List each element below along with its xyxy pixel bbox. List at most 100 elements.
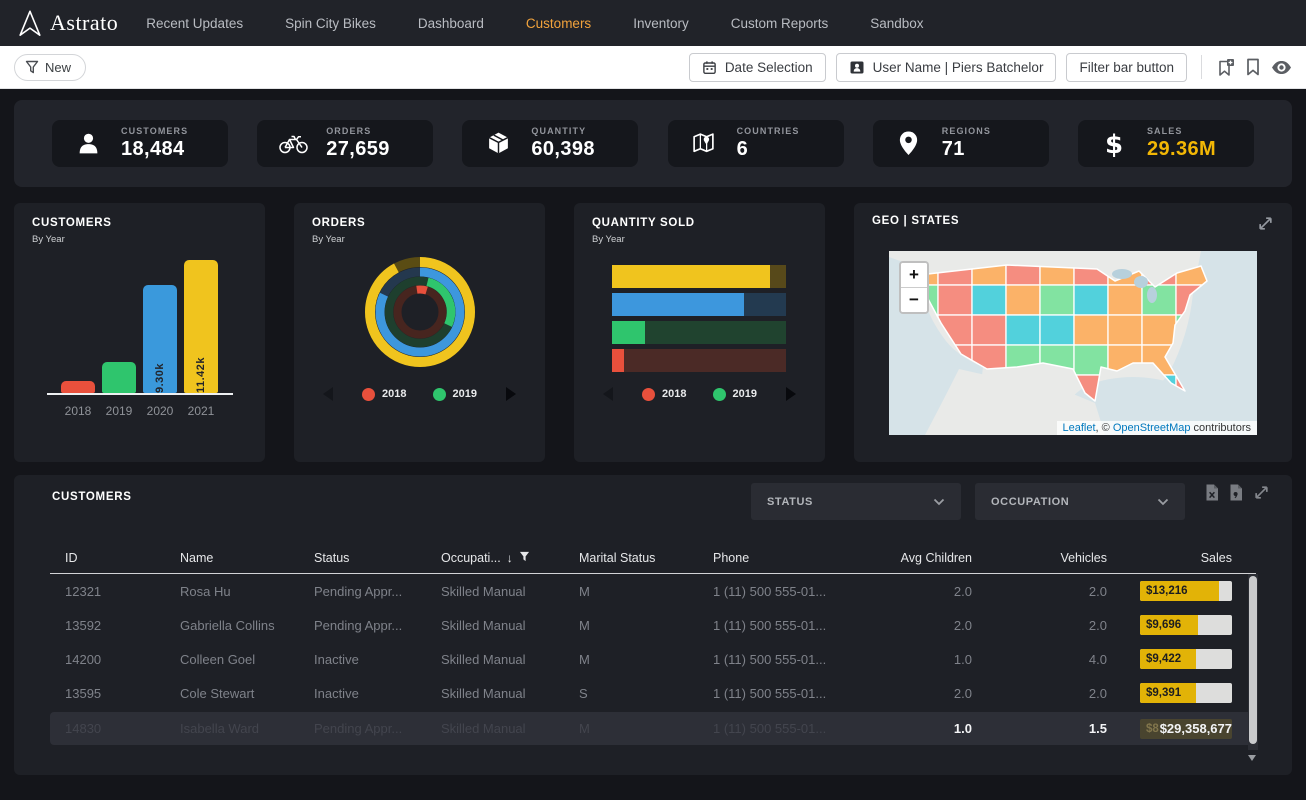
previous-year-button[interactable] bbox=[323, 387, 333, 401]
customers-chart-panel: CUSTOMERS By Year 9.30k11.42k 2018201920… bbox=[14, 203, 265, 462]
filter-bar-button[interactable]: Filter bar button bbox=[1066, 53, 1187, 82]
nav-item-inventory[interactable]: Inventory bbox=[633, 16, 689, 31]
table-row[interactable]: 14200Colleen GoelInactiveSkilled ManualM… bbox=[50, 642, 1256, 676]
nav-item-customers[interactable]: Customers bbox=[526, 16, 591, 31]
legend-item-2018[interactable]: 2018 bbox=[362, 388, 406, 401]
column-header-label: Occupati... bbox=[441, 551, 501, 565]
total-avg-children: 1.0 bbox=[873, 721, 972, 736]
kpi-card-countries: COUNTRIES6 bbox=[668, 120, 844, 167]
previous-year-button[interactable] bbox=[603, 387, 613, 401]
column-header-status[interactable]: Status bbox=[314, 551, 441, 565]
brand[interactable]: Astrato bbox=[16, 8, 118, 38]
nav-item-recent-updates[interactable]: Recent Updates bbox=[146, 16, 243, 31]
year-legend: 2018 2019 bbox=[312, 387, 527, 401]
leaflet-link[interactable]: Leaflet bbox=[1063, 422, 1096, 434]
legend-dot bbox=[362, 388, 375, 401]
cell: Skilled Manual bbox=[441, 618, 579, 633]
date-selection-button[interactable]: Date Selection bbox=[689, 53, 826, 82]
new-filter-button[interactable]: New bbox=[14, 54, 86, 81]
map-canvas bbox=[889, 251, 1257, 435]
pin-icon bbox=[893, 130, 925, 157]
occupation-dropdown-label: OCCUPATION bbox=[991, 496, 1069, 508]
next-year-button[interactable] bbox=[506, 387, 516, 401]
openstreetmap-link[interactable]: OpenStreetMap bbox=[1113, 422, 1191, 434]
column-header-marital-status[interactable]: Marital Status bbox=[579, 551, 713, 565]
kpi-card-sales: $ SALES29.36M bbox=[1078, 120, 1254, 167]
nav-item-dashboard[interactable]: Dashboard bbox=[418, 16, 484, 31]
status-filter-dropdown[interactable]: STATUS bbox=[751, 483, 961, 520]
nav-item-sandbox[interactable]: Sandbox bbox=[870, 16, 923, 31]
new-filter-label: New bbox=[45, 60, 71, 75]
legend-item-2019[interactable]: 2019 bbox=[713, 388, 757, 401]
chevron-down-icon bbox=[933, 498, 945, 506]
table-row[interactable]: 13592Gabriella CollinsPending Appr...Ski… bbox=[50, 608, 1256, 642]
column-filter-icon[interactable] bbox=[519, 551, 530, 565]
column-header-avg-children[interactable]: Avg Children bbox=[873, 551, 972, 565]
kpi-info: REGIONS71 bbox=[942, 126, 991, 161]
cell-vehicles: 4.0 bbox=[972, 652, 1107, 667]
x-tick-label: 2020 bbox=[143, 404, 177, 418]
map-zoom-control: + − bbox=[899, 261, 929, 314]
column-header-vehicles[interactable]: Vehicles bbox=[972, 551, 1107, 565]
kpi-panel: CUSTOMERS18,484ORDERS27,659QUANTITY60,39… bbox=[14, 100, 1292, 187]
export-excel-icon[interactable] bbox=[1205, 484, 1219, 506]
year-legend: 2018 2019 bbox=[592, 387, 807, 401]
column-header-phone[interactable]: Phone bbox=[713, 551, 873, 565]
status-dropdown-label: STATUS bbox=[767, 496, 813, 508]
faded-row-cell: M bbox=[579, 721, 713, 736]
sales-bar: $9,422 bbox=[1140, 649, 1232, 669]
kpi-value: 71 bbox=[942, 138, 991, 161]
sort-descending-icon[interactable]: ↓ bbox=[507, 551, 513, 565]
cell-sales: $9,696 bbox=[1107, 615, 1256, 635]
zoom-out-button[interactable]: − bbox=[901, 288, 927, 312]
nav-item-spin-city-bikes[interactable]: Spin City Bikes bbox=[285, 16, 376, 31]
state-shape bbox=[1108, 285, 1142, 315]
dollar-icon: $ bbox=[1098, 130, 1130, 158]
column-header-name[interactable]: Name bbox=[180, 551, 314, 565]
x-tick-label: 2019 bbox=[102, 404, 136, 418]
bar-2021: 11.42k bbox=[184, 260, 218, 393]
sales-bar-value: $9,391 bbox=[1146, 687, 1181, 699]
nav-item-custom-reports[interactable]: Custom Reports bbox=[731, 16, 829, 31]
zoom-in-button[interactable]: + bbox=[901, 263, 927, 288]
column-header-sales[interactable]: Sales bbox=[1107, 551, 1256, 565]
expand-icon[interactable] bbox=[1253, 484, 1270, 506]
export-csv-icon[interactable] bbox=[1229, 484, 1243, 506]
column-header-occupati[interactable]: Occupati... ↓ bbox=[441, 551, 579, 565]
map-attribution: Leaflet, © OpenStreetMap contributors bbox=[1057, 421, 1258, 435]
bookmark-add-icon[interactable] bbox=[1216, 58, 1235, 77]
cell: M bbox=[579, 652, 713, 667]
sales-bar-value: $9,696 bbox=[1146, 619, 1181, 631]
attribution-suffix: contributors bbox=[1190, 422, 1251, 434]
cell: Pending Appr... bbox=[314, 618, 441, 633]
table-scrollbar[interactable] bbox=[1248, 574, 1258, 750]
user-name-button[interactable]: User Name | Piers Batchelor bbox=[836, 53, 1057, 82]
user-badge-icon bbox=[849, 60, 865, 75]
hbar-fill-2018 bbox=[612, 349, 624, 372]
hbar-2018 bbox=[612, 349, 786, 372]
scrollbar-down-arrow[interactable] bbox=[1248, 755, 1256, 761]
eye-icon[interactable] bbox=[1271, 60, 1292, 75]
occupation-filter-dropdown[interactable]: OCCUPATION bbox=[975, 483, 1185, 520]
kpi-value: 6 bbox=[737, 138, 800, 161]
next-year-button[interactable] bbox=[786, 387, 796, 401]
column-header-id[interactable]: ID bbox=[50, 551, 180, 565]
us-states-map[interactable]: + − Leaflet, © OpenStreetMap contributor… bbox=[889, 251, 1257, 435]
toolbar-right-group: Date Selection User Name | Piers Batchel… bbox=[689, 53, 1292, 82]
quantity-chart-panel: QUANTITY SOLD By Year 20182019 bbox=[574, 203, 825, 462]
attribution-text: , © bbox=[1096, 422, 1113, 434]
expand-icon[interactable] bbox=[1257, 215, 1274, 237]
legend-item-2019[interactable]: 2019 bbox=[433, 388, 477, 401]
scrollbar-thumb[interactable] bbox=[1249, 576, 1257, 744]
bookmark-icon[interactable] bbox=[1245, 58, 1261, 76]
orders-donut-chart bbox=[312, 247, 527, 377]
table-row[interactable]: 12321Rosa HuPending Appr...Skilled Manua… bbox=[50, 574, 1256, 608]
kpi-info: CUSTOMERS18,484 bbox=[121, 126, 188, 161]
user-name-label: User Name | Piers Batchelor bbox=[873, 60, 1044, 75]
legend-item-2018[interactable]: 2018 bbox=[642, 388, 686, 401]
table-row[interactable]: 13595Cole StewartInactiveSkilled ManualS… bbox=[50, 676, 1256, 710]
kpi-info: ORDERS27,659 bbox=[326, 126, 390, 161]
kpi-info: SALES29.36M bbox=[1147, 126, 1216, 161]
brand-name: Astrato bbox=[50, 10, 118, 36]
legend-label: 2019 bbox=[733, 388, 757, 400]
